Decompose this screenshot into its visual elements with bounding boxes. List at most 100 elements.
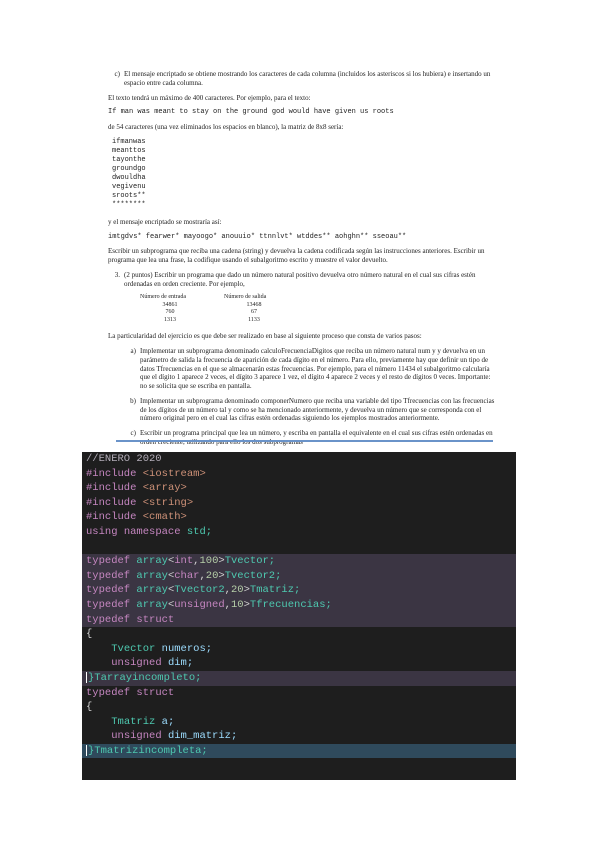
type-token: Tmatriz <box>111 715 156 728</box>
matrix-row: vegivenu <box>112 182 146 191</box>
sub-item-c-text: Escribir un programa principal que lea u… <box>140 429 493 446</box>
code-line: typedef array<char,20>Tvector2; <box>82 568 516 584</box>
sub-item-a: a) Implementar un subprograma denominado… <box>124 347 498 391</box>
keyword-token: namespace <box>123 525 181 538</box>
code-line: typedef struct <box>82 686 516 701</box>
code-line: typedef array<Tvector2,20>Tmatriz; <box>82 583 516 598</box>
keyword-token: typedef <box>86 555 131 568</box>
keyword-token: #include <box>86 482 137 495</box>
sub-item-c: c) Escribir un programa principal que le… <box>124 429 498 447</box>
comment-token: //ENERO 2020 <box>86 453 162 465</box>
exercise-3: 3. (2 puntos) Escribir un programa que d… <box>108 271 498 289</box>
number-token: 10 <box>230 598 244 611</box>
code-editor[interactable]: //ENERO 2020 #include <iostream> #includ… <box>82 452 516 780</box>
header-token: <array> <box>142 482 187 495</box>
table-row: 34861 13468 <box>140 302 498 310</box>
type-token: Tvector2 <box>174 584 225 597</box>
typename-token: Tvector2; <box>224 569 282 582</box>
type-token: Tvector <box>111 642 156 655</box>
code-line: //ENERO 2020 <box>82 452 516 467</box>
matrix-row: sroots** <box>112 191 146 200</box>
code-line: Tmatriz a; <box>82 715 516 730</box>
sub-item-c-label: c) <box>130 429 136 437</box>
type-token: int <box>174 555 194 568</box>
matrix: ifmanwas meanttos tayonthe groundgo dwou… <box>112 138 498 210</box>
table-header: Número de entrada Número de salida <box>140 294 498 302</box>
table-cell: 13468 <box>246 301 262 308</box>
keyword-token: typedef <box>86 598 131 611</box>
type-token: unsigned <box>111 657 162 670</box>
header-token: <cmath> <box>142 511 187 524</box>
paragraph-length: de 54 caracteres (una vez eliminados los… <box>108 123 344 131</box>
matrix-row: meanttos <box>112 146 146 155</box>
code-line: #include <cmath> <box>82 510 516 525</box>
paragraph-max: El texto tendrá un máximo de 400 caracte… <box>108 93 311 102</box>
code-line: typedef struct <box>82 612 516 628</box>
keyword-token: #include <box>86 467 137 480</box>
item-c: c) El mensaje encriptado se obtiene most… <box>108 70 498 88</box>
paragraph-encrypted-intro: y el mensaje encriptado se mostraría así… <box>108 217 222 226</box>
sub-item-b-label: b) <box>130 396 136 405</box>
sub-item-a-label: a) <box>130 347 136 355</box>
keyword-token: #include <box>86 496 137 509</box>
document-page: c) El mensaje encriptado se obtiene most… <box>108 70 498 446</box>
code-line: #include <string> <box>82 496 516 511</box>
keyword-token: struct <box>136 686 175 699</box>
field-token: dim; <box>167 657 194 670</box>
code-line: typedef array<unsigned,10>Tfrecuencias; <box>82 597 516 613</box>
matrix-row: groundgo <box>112 164 146 173</box>
table-row: 760 67 <box>140 309 498 317</box>
table-cell: 1133 <box>248 316 260 323</box>
keyword-token: typedef <box>86 584 131 597</box>
type-token: char <box>174 569 200 582</box>
number-token: 20 <box>205 569 219 582</box>
paragraph-particularity: La particularidad del ejercicio es que d… <box>108 332 422 341</box>
code-line: typedef array<int,100>Tvector; <box>82 554 516 569</box>
keyword-token: struct <box>136 613 175 626</box>
code-line: unsigned dim_matriz; <box>82 729 516 744</box>
number-token: 100 <box>199 555 219 568</box>
field-token: numeros; <box>161 642 213 655</box>
namespace-token: std; <box>186 525 213 538</box>
typename-token: Tmatriz; <box>249 584 301 597</box>
sub-item-a-text: Implementar un subprograma denominado ca… <box>140 347 491 390</box>
type-token: array <box>136 569 168 582</box>
type-token: array <box>136 555 168 568</box>
field-token: a; <box>161 715 175 728</box>
table-header-input: Número de entrada <box>140 294 186 301</box>
paragraph-subprogram: Escribir un subprograma que reciba una c… <box>108 247 485 264</box>
code-line: unsigned dim; <box>82 656 516 671</box>
code-line: { <box>82 627 516 642</box>
keyword-token: using <box>86 525 118 538</box>
matrix-row: dwouldha <box>112 173 146 182</box>
screenshot-divider <box>116 440 493 442</box>
code-line: using namespace std; <box>82 525 516 540</box>
encrypted-message: imtgdvs* fearwer* mayoogo* anouuio* ttnn… <box>108 232 407 241</box>
keyword-token: typedef <box>86 569 131 582</box>
type-token: unsigned <box>174 598 225 611</box>
typename-token: Tfrecuencias; <box>249 598 332 611</box>
table-header-output: Número de salida <box>224 294 267 301</box>
table-cell: 760 <box>165 309 175 316</box>
keyword-token: #include <box>86 511 137 524</box>
exercise-3-text: (2 puntos) Escribir un programa que dado… <box>124 270 476 288</box>
code-line: { <box>82 700 516 715</box>
type-token: array <box>136 598 168 611</box>
table-cell: 67 <box>251 309 257 316</box>
type-token: array <box>136 584 168 597</box>
typename-token: }Tmatrizincompleta; <box>88 744 208 757</box>
text-cursor <box>86 744 87 756</box>
keyword-token: typedef <box>86 686 131 699</box>
table-row: 1313 1133 <box>140 317 498 325</box>
item-c-text: El mensaje encriptado se obtiene mostran… <box>124 70 491 87</box>
brace-token: { <box>86 628 93 641</box>
text-cursor <box>86 671 87 683</box>
typename-token: }Tarrayincompleto; <box>88 671 202 684</box>
matrix-row: tayonthe <box>112 155 146 164</box>
typename-token: Tvector; <box>224 555 276 568</box>
code-line: #include <iostream> <box>82 467 516 482</box>
table-cell: 1313 <box>164 316 176 323</box>
exercise-3-label: 3. <box>114 270 120 279</box>
table-cell: 34861 <box>162 301 178 308</box>
